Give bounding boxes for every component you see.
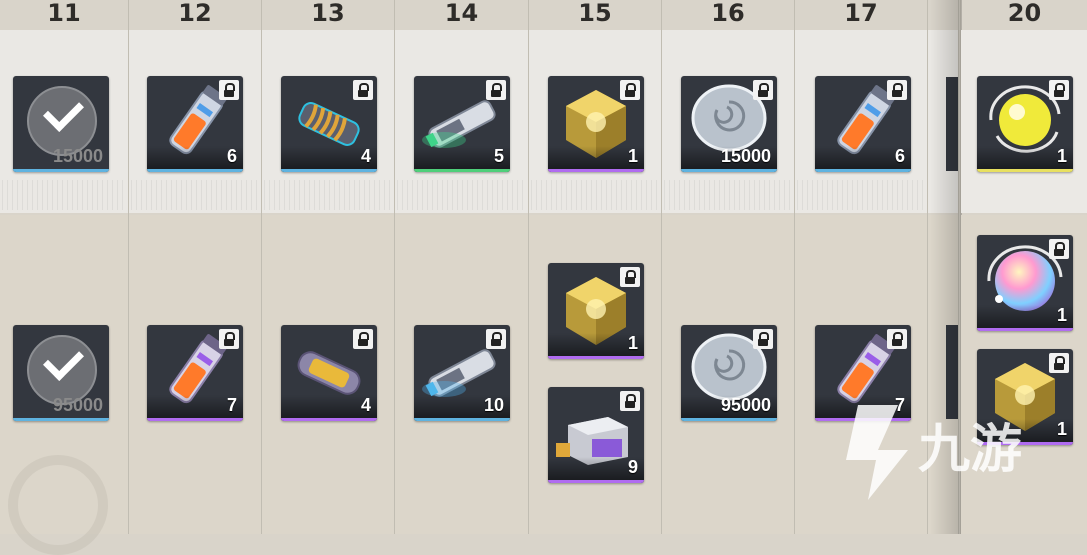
day-number: 13 bbox=[311, 0, 345, 27]
reward-item[interactable]: 1 bbox=[548, 76, 644, 172]
reward-quantity: 6 bbox=[894, 146, 905, 166]
reward-item[interactable]: 1 bbox=[977, 76, 1073, 172]
reward-quantity: 9 bbox=[627, 457, 638, 477]
reward-item[interactable]: 10 bbox=[414, 325, 510, 421]
lock-icon bbox=[486, 329, 506, 349]
lock-icon bbox=[753, 329, 773, 349]
reward-item[interactable]: 1 bbox=[548, 263, 644, 359]
reward-item[interactable]: 15000 bbox=[681, 76, 777, 172]
reward-item[interactable]: 5 bbox=[414, 76, 510, 172]
reward-quantity: 7 bbox=[226, 395, 237, 415]
day-number: 17 bbox=[844, 0, 878, 27]
lock-icon bbox=[620, 391, 640, 411]
day-number: 14 bbox=[444, 0, 479, 27]
lock-icon bbox=[219, 329, 239, 349]
reward-item[interactable]: 95000 bbox=[681, 325, 777, 421]
lock-icon bbox=[486, 80, 506, 100]
lock-icon bbox=[353, 329, 373, 349]
lock-icon bbox=[887, 80, 907, 100]
lock-icon bbox=[1049, 353, 1069, 373]
reward-quantity: 4 bbox=[360, 146, 371, 166]
reward-quantity: 5 bbox=[493, 146, 504, 166]
watermark-text: 九游 bbox=[918, 420, 1022, 480]
reward-item[interactable]: 4 bbox=[281, 325, 377, 421]
reward-item[interactable]: 1 bbox=[977, 235, 1073, 331]
reward-quantity: 1 bbox=[1056, 146, 1067, 166]
reward-quantity: 1 bbox=[1056, 419, 1067, 439]
day-number: 12 bbox=[178, 0, 212, 27]
reward-item[interactable]: 4 bbox=[281, 76, 377, 172]
lock-icon bbox=[887, 329, 907, 349]
reward-quantity: 4 bbox=[360, 395, 371, 415]
day-number: 20 bbox=[1007, 0, 1042, 27]
reward-quantity: 1 bbox=[627, 333, 638, 353]
lock-icon bbox=[620, 267, 640, 287]
reward-quantity: 95000 bbox=[720, 395, 771, 415]
reward-item-claimed[interactable]: 15000 bbox=[13, 76, 109, 172]
reward-item[interactable]: 6 bbox=[147, 76, 243, 172]
day-number: 15 bbox=[578, 0, 612, 27]
reward-item-claimed[interactable]: 95000 bbox=[13, 325, 109, 421]
lock-icon bbox=[1049, 80, 1069, 100]
reward-quantity: 15000 bbox=[52, 146, 103, 166]
reward-quantity: 1 bbox=[627, 146, 638, 166]
reward-quantity: 95000 bbox=[52, 395, 103, 415]
day-number: 11 bbox=[47, 0, 81, 27]
lock-icon bbox=[1049, 239, 1069, 259]
reward-quantity: 15000 bbox=[720, 146, 771, 166]
lock-icon bbox=[620, 80, 640, 100]
lock-icon bbox=[753, 80, 773, 100]
lock-icon bbox=[353, 80, 373, 100]
reward-item[interactable]: 6 bbox=[815, 76, 911, 172]
reward-quantity: 10 bbox=[483, 395, 504, 415]
reward-quantity: 6 bbox=[226, 146, 237, 166]
reward-quantity: 1 bbox=[1056, 305, 1067, 325]
lock-icon bbox=[219, 80, 239, 100]
watermark-logo: 九游 bbox=[828, 395, 1058, 505]
reward-item[interactable]: 9 bbox=[548, 387, 644, 483]
day-number: 16 bbox=[711, 0, 745, 27]
nine-game-logo-icon: 九游 bbox=[846, 405, 1022, 500]
reward-item[interactable]: 7 bbox=[147, 325, 243, 421]
